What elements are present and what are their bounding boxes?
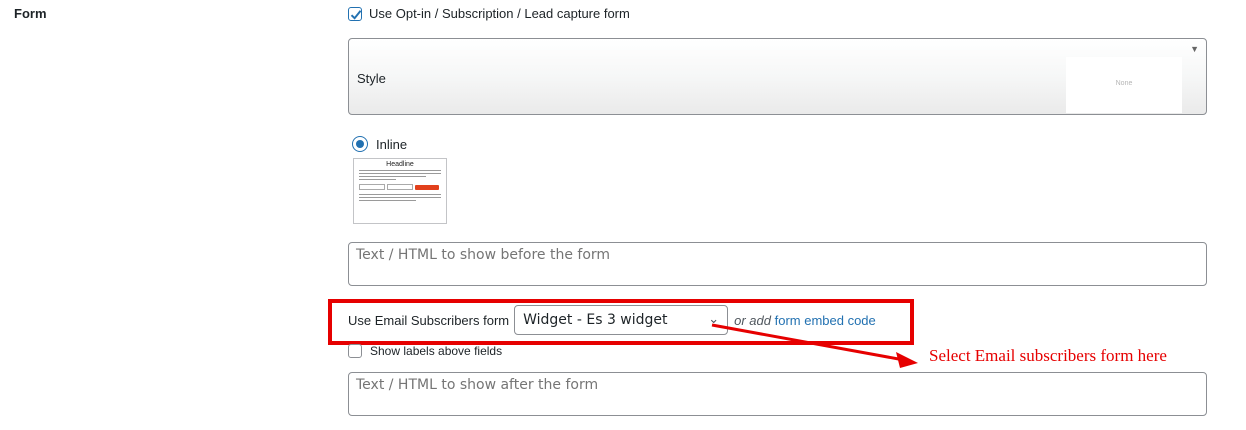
after-form-textarea[interactable]: Text / HTML to show after the form xyxy=(348,372,1207,416)
inline-layout-preview[interactable]: Headline xyxy=(353,158,447,224)
chevron-down-icon: ⌄ xyxy=(708,312,720,327)
before-form-textarea[interactable]: Text / HTML to show before the form xyxy=(348,242,1207,286)
show-labels-option[interactable]: Show labels above fields xyxy=(348,344,502,358)
dropdown-arrow-icon: ▼ xyxy=(1190,44,1199,54)
email-form-select[interactable]: Widget - Es 3 widget ⌄ xyxy=(514,305,729,335)
checkmark-icon xyxy=(350,9,362,20)
style-select-label: Style xyxy=(357,71,386,86)
email-form-label: Use Email Subscribers form xyxy=(348,312,510,328)
inline-label: Inline xyxy=(376,136,408,152)
email-form-selected: Widget - Es 3 widget xyxy=(523,312,668,328)
style-select[interactable]: Style None ▼ xyxy=(348,38,1207,115)
layout-option-inline[interactable]: Inline xyxy=(352,136,407,152)
enable-form-label: Use Opt-in / Subscription / Lead capture… xyxy=(369,6,630,21)
preview-headline: Headline xyxy=(386,161,414,168)
show-labels-label: Show labels above fields xyxy=(370,344,503,358)
inline-radio[interactable] xyxy=(352,136,368,152)
style-preview: None xyxy=(1066,57,1182,113)
show-labels-checkbox[interactable] xyxy=(348,344,362,358)
email-subscribers-form-row: Use Email Subscribers form Widget - Es 3… xyxy=(348,305,876,335)
form-embed-code-link[interactable]: form embed code xyxy=(775,313,876,328)
section-label-form: Form xyxy=(14,6,47,21)
preview-submit xyxy=(415,184,439,190)
enable-form-checkbox[interactable] xyxy=(348,6,362,21)
style-preview-value: None xyxy=(1115,80,1133,87)
or-add-text: or add xyxy=(734,312,771,328)
enable-form-option[interactable]: Use Opt-in / Subscription / Lead capture… xyxy=(348,6,630,21)
annotation-text: Select Email subscribers form here xyxy=(929,346,1167,365)
